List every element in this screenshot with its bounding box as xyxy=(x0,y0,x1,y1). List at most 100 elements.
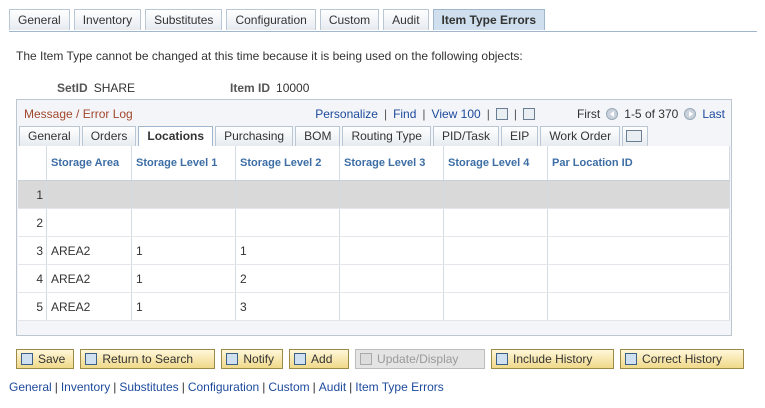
cell-storage-area: AREA2 xyxy=(46,236,132,265)
view-100-link[interactable]: View 100 xyxy=(432,107,481,121)
bottom-link-substitutes[interactable]: Substitutes xyxy=(119,380,178,394)
previous-row-icon[interactable] xyxy=(606,108,619,120)
itemid-value: 10000 xyxy=(276,81,310,95)
bottom-link-custom[interactable]: Custom xyxy=(268,380,309,394)
column-header[interactable]: Par Location ID xyxy=(547,146,730,181)
table-row[interactable]: 2 xyxy=(18,208,730,237)
tab-audit[interactable]: Audit xyxy=(383,9,429,30)
show-all-columns-icon[interactable] xyxy=(622,126,649,146)
cell-level-2 xyxy=(235,208,340,237)
bottom-link-item-type-errors[interactable]: Item Type Errors xyxy=(355,380,443,394)
save-button[interactable]: Save xyxy=(16,349,75,369)
tab-inventory[interactable]: Inventory xyxy=(73,9,142,30)
correct-history-button[interactable]: Correct History xyxy=(620,349,745,369)
find-link[interactable]: Find xyxy=(393,107,416,121)
cell-level-4 xyxy=(443,180,548,209)
cell-level-3 xyxy=(339,180,444,209)
column-header[interactable]: Storage Level 1 xyxy=(131,146,236,181)
table-row[interactable]: 1 xyxy=(18,180,730,209)
row-range: 1-5 of 370 xyxy=(624,107,679,121)
cell-par-location xyxy=(547,236,730,265)
grid-tab-work-order[interactable]: Work Order xyxy=(540,126,621,146)
add-icon xyxy=(294,353,307,365)
update-icon xyxy=(360,353,373,365)
cell-level-2: 1 xyxy=(235,236,340,265)
grid-tab-orders[interactable]: Orders xyxy=(81,126,137,146)
table-row[interactable]: 5 AREA2 1 3 xyxy=(18,292,730,321)
cell-level-3 xyxy=(339,208,444,237)
itemid-label: Item ID xyxy=(230,81,271,95)
include-history-button[interactable]: Include History xyxy=(491,349,615,369)
cell-level-3 xyxy=(339,264,444,293)
grid-tab-bom[interactable]: BOM xyxy=(295,126,341,146)
last-link[interactable]: Last xyxy=(702,107,725,121)
grid-tab-locations[interactable]: Locations xyxy=(138,126,214,146)
bottom-navigation-links: General | Inventory | Substitutes | Configurat… xyxy=(9,380,444,394)
grid-title: Message / Error Log xyxy=(24,107,133,121)
tab-general[interactable]: General xyxy=(9,9,70,30)
next-row-icon[interactable] xyxy=(684,108,697,120)
cell-level-2 xyxy=(235,180,340,209)
setid-field: SetID SHARE xyxy=(57,81,135,95)
return-to-search-button[interactable]: Return to Search xyxy=(80,349,216,369)
row-number: 2 xyxy=(18,208,47,237)
notify-icon xyxy=(226,353,239,365)
setid-value: SHARE xyxy=(93,81,136,95)
cell-storage-area xyxy=(46,208,132,237)
notify-button[interactable]: Notify xyxy=(221,349,284,369)
cell-level-3 xyxy=(339,292,444,321)
column-header[interactable]: Storage Area xyxy=(46,146,132,181)
bottom-link-inventory[interactable]: Inventory xyxy=(61,380,110,394)
tab-configuration[interactable]: Configuration xyxy=(226,9,316,30)
cell-level-1 xyxy=(131,208,236,237)
cell-par-location xyxy=(547,208,730,237)
cell-storage-area xyxy=(46,180,132,209)
cell-level-2: 2 xyxy=(235,264,340,293)
add-button[interactable]: Add xyxy=(289,349,350,369)
download-grid-icon[interactable] xyxy=(522,108,535,120)
new-window-icon[interactable] xyxy=(495,108,508,120)
row-number: 3 xyxy=(18,236,47,265)
table-header-row: Storage Area Storage Level 1 Storage Lev… xyxy=(18,146,730,181)
cell-storage-area: AREA2 xyxy=(46,264,132,293)
tab-substitutes[interactable]: Substitutes xyxy=(145,9,223,30)
grid-tab-pid-task[interactable]: PID/Task xyxy=(432,126,499,146)
itemid-field: Item ID 10000 xyxy=(230,81,309,95)
cell-level-1: 1 xyxy=(131,292,236,321)
personalize-link[interactable]: Personalize xyxy=(315,107,378,121)
column-header[interactable]: Storage Level 4 xyxy=(443,146,548,181)
column-header[interactable]: Storage Level 3 xyxy=(339,146,444,181)
table-row[interactable]: 4 AREA2 1 2 xyxy=(18,264,730,293)
action-button-bar: Save Return to Search Notify Add Update/… xyxy=(16,349,745,369)
column-header[interactable]: Storage Level 2 xyxy=(235,146,340,181)
table-row[interactable]: 3 AREA2 1 1 xyxy=(18,236,730,265)
bottom-link-general[interactable]: General xyxy=(9,380,52,394)
top-tab-bar: General Inventory Substitutes Configurat… xyxy=(9,9,546,31)
tab-custom[interactable]: Custom xyxy=(319,9,380,30)
return-icon xyxy=(85,353,98,365)
row-number: 1 xyxy=(18,180,47,209)
grid-tab-routing-type[interactable]: Routing Type xyxy=(342,126,431,146)
cell-par-location xyxy=(547,264,730,293)
correct-history-icon xyxy=(625,353,638,365)
cell-level-4 xyxy=(443,236,548,265)
locations-table: Storage Area Storage Level 1 Storage Lev… xyxy=(18,146,730,321)
cell-par-location xyxy=(547,180,730,209)
tab-item-type-errors[interactable]: Item Type Errors xyxy=(432,9,546,30)
row-number: 5 xyxy=(18,292,47,321)
cell-par-location xyxy=(547,292,730,321)
cell-level-4 xyxy=(443,264,548,293)
grid-tab-eip[interactable]: EIP xyxy=(500,126,539,146)
bottom-link-configuration[interactable]: Configuration xyxy=(188,380,259,394)
tab-divider xyxy=(9,31,757,32)
bottom-link-audit[interactable]: Audit xyxy=(319,380,346,394)
grid-tab-purchasing[interactable]: Purchasing xyxy=(215,126,294,146)
cell-level-4 xyxy=(443,292,548,321)
message-error-log-grid: Message / Error Log Personalize | Find |… xyxy=(16,99,732,336)
save-icon xyxy=(21,353,33,365)
info-message: The Item Type cannot be changed at this … xyxy=(16,49,523,63)
cell-level-3 xyxy=(339,236,444,265)
cell-level-4 xyxy=(443,208,548,237)
update-display-button[interactable]: Update/Display xyxy=(355,349,486,369)
grid-tab-general[interactable]: General xyxy=(19,126,80,146)
